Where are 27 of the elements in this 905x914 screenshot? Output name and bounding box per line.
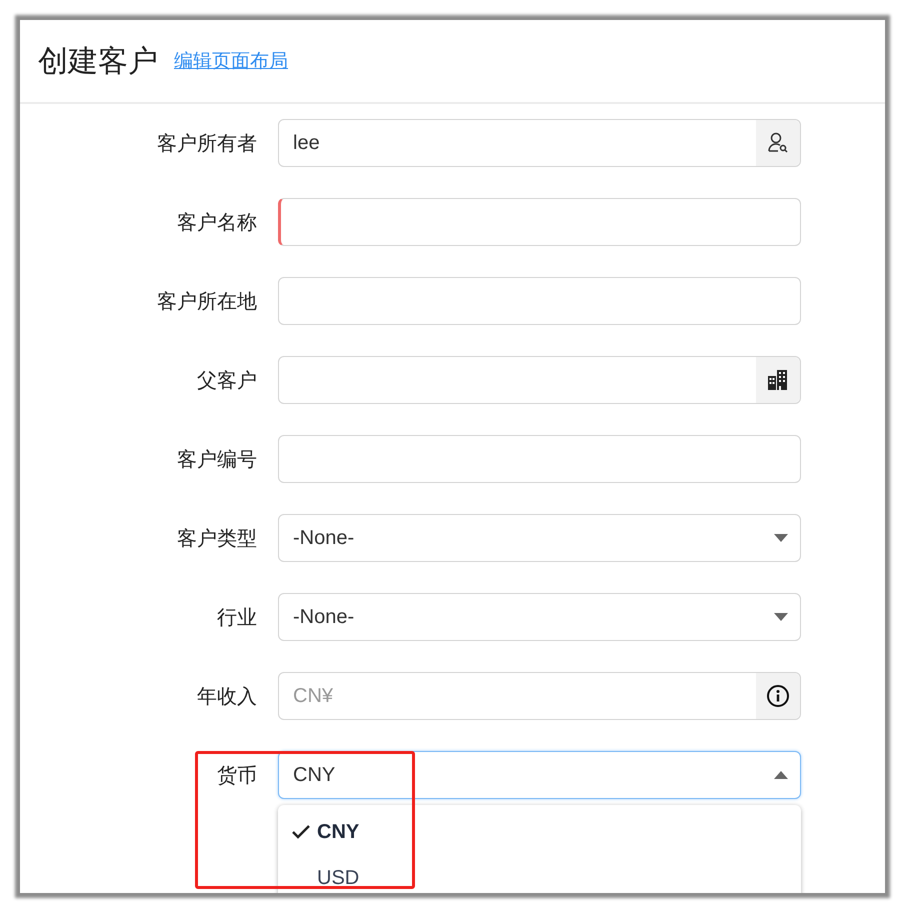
select-field[interactable]: -None- bbox=[278, 514, 801, 562]
field-label: 父客户 bbox=[196, 368, 258, 394]
field-label: 年收入 bbox=[196, 684, 258, 710]
field-label: 货币 bbox=[216, 764, 258, 788]
field-label: 客户编号 bbox=[176, 448, 258, 472]
input-field[interactable] bbox=[278, 277, 801, 325]
check-icon bbox=[292, 825, 310, 839]
field-label: 客户所有者 bbox=[156, 132, 258, 156]
page-title: 创建客户 bbox=[38, 44, 158, 80]
dropdown-option[interactable]: USD bbox=[314, 866, 360, 890]
input-field[interactable] bbox=[278, 435, 801, 483]
lookup-field[interactable]: lee bbox=[278, 119, 801, 167]
user-search-icon[interactable] bbox=[767, 132, 789, 154]
lookup-field[interactable] bbox=[278, 356, 801, 404]
field-label: 客户名称 bbox=[176, 210, 258, 236]
caret-icon[interactable] bbox=[774, 771, 788, 779]
select-field[interactable]: -None- bbox=[278, 593, 801, 641]
caret-icon[interactable] bbox=[774, 613, 788, 621]
building-icon[interactable] bbox=[767, 369, 789, 391]
field-label: 客户类型 bbox=[176, 526, 258, 552]
info-icon[interactable] bbox=[766, 684, 790, 708]
field-label: 客户所在地 bbox=[156, 290, 258, 314]
caret-icon[interactable] bbox=[774, 534, 788, 542]
select-field[interactable]: CNY bbox=[278, 751, 801, 799]
input-field[interactable] bbox=[278, 198, 801, 246]
dropdown-option[interactable]: CNY bbox=[314, 820, 360, 844]
field-label: 行业 bbox=[216, 606, 258, 630]
